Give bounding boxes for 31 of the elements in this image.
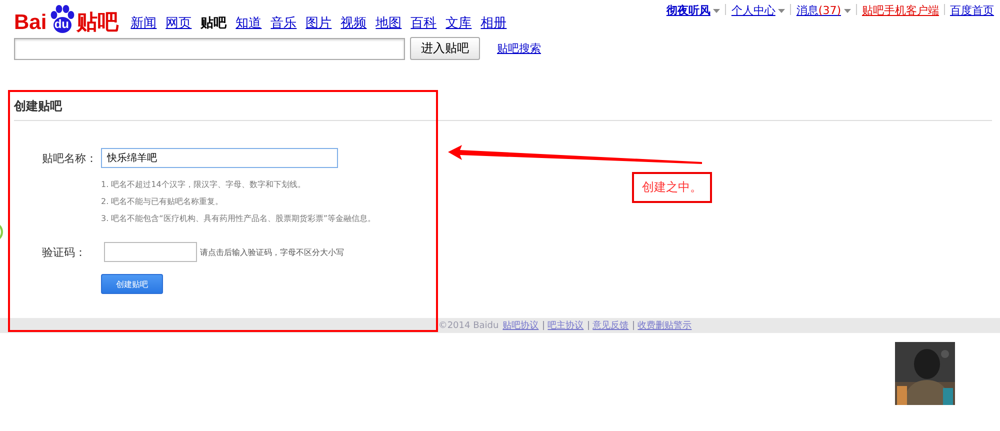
nav-link[interactable]: 百科 (410, 14, 437, 32)
search-link[interactable]: 贴吧搜索 (497, 41, 541, 56)
rule-text: 3. 吧名不能包含“医疗机构、具有药用性产品名、股票期货彩票”等金融信息。 (101, 213, 376, 225)
hint-text: 请点击后输入验证码，字母不区分大小写 (200, 246, 344, 258)
nav-link[interactable]: 新闻 (130, 14, 157, 32)
username-link[interactable]: 彻夜听风 (666, 3, 710, 18)
rule-text: 2. 吧名不能与已有贴吧名称重复。 (101, 196, 224, 208)
field-label: 贴吧名称： (41, 150, 98, 166)
logo-text: Bai (14, 12, 47, 33)
nav-link[interactable]: 知道 (236, 14, 262, 32)
top-link[interactable]: 消息(37) (796, 3, 841, 18)
callout-text: 创建之中。 (632, 172, 712, 203)
top-link[interactable]: 个人中心 (731, 3, 776, 18)
enter-button[interactable]: 进入贴吧 (410, 37, 480, 60)
nav-link[interactable]: 文库 (446, 14, 472, 32)
name-field[interactable]: 快乐绵羊吧 (101, 148, 338, 168)
rule-text: 1. 吧名不超过14个汉字，限汉字、字母、数字和下划线。 (101, 179, 306, 191)
logo-text: 贴吧 (76, 12, 119, 33)
field-label: 验证码： (41, 244, 87, 260)
top-link[interactable]: 百度首页 (950, 3, 994, 18)
section-title: 创建贴吧 (14, 95, 992, 121)
top-link[interactable]: 贴吧手机客户端 (862, 3, 939, 18)
nav-link[interactable]: 视频 (340, 14, 367, 32)
nav-link[interactable]: 相册 (480, 14, 507, 32)
nav-link[interactable]: 音乐 (270, 14, 297, 32)
nav-link[interactable]: 网页 (166, 14, 192, 32)
nav-link[interactable]: 地图 (376, 14, 402, 32)
nav-link[interactable]: 图片 (306, 14, 332, 32)
nav-link[interactable]: 贴吧 (200, 14, 227, 32)
copyright-text: ©2014 Baidu (438, 320, 499, 330)
create-button[interactable]: 创建贴吧 (101, 274, 163, 294)
